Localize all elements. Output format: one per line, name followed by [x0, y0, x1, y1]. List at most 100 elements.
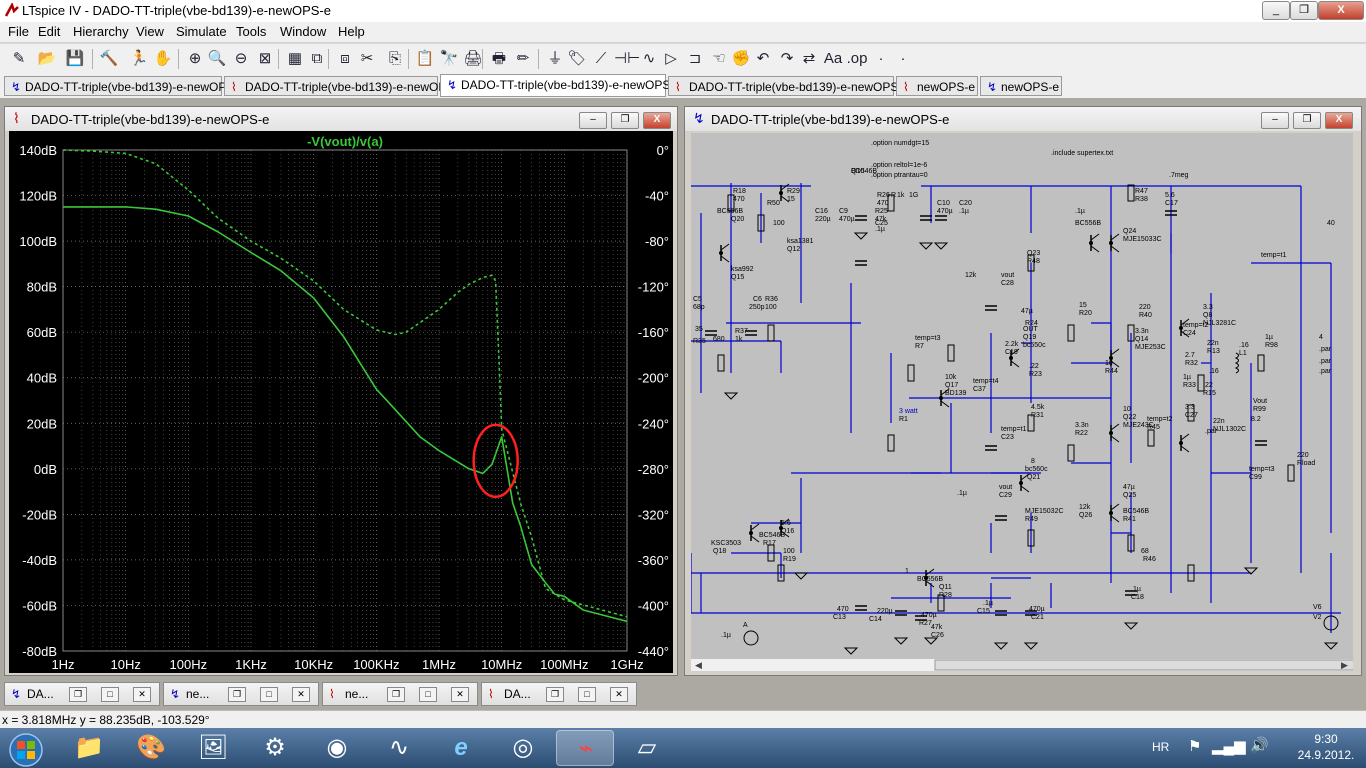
autorange-icon[interactable]: ▦: [284, 48, 306, 70]
minimized-window-1[interactable]: ↯ DA... ❐ □ ✕: [4, 682, 160, 706]
menu-hierarchy[interactable]: Hierarchy: [69, 24, 133, 39]
draw-wire-icon[interactable]: ⏚: [544, 48, 566, 70]
spice-directive[interactable]: .option ptrantau=0: [871, 172, 928, 179]
bode-plot[interactable]: 140dB 120dB 100dB 80dB 60dB 40dB 20dB 0dB -20dB -…: [9, 131, 673, 673]
taskbar-media-player-button[interactable]: ◎: [494, 730, 552, 766]
taskbar-oscilloscope-button[interactable]: ∿: [370, 730, 428, 766]
paste-icon[interactable]: 🔭: [438, 48, 460, 70]
spice-directive[interactable]: .option reltol=1e-6: [871, 162, 927, 169]
plot-window[interactable]: ⌇ DADO-TT-triple(vbe-bd139)-e-newOPS-e –…: [4, 106, 678, 676]
find-icon[interactable]: 🖨: [462, 48, 484, 70]
taskbar-paint-button[interactable]: 🎨: [122, 730, 180, 766]
move-icon[interactable]: ✊: [730, 48, 752, 70]
close-button[interactable]: ✕: [451, 687, 469, 702]
rotate-icon[interactable]: Aa: [822, 48, 844, 70]
zoom-in-icon[interactable]: ⊕: [184, 48, 206, 70]
tab-plot-2[interactable]: ⌇ DADO-TT-triple(vbe-bd139)-e-newOPS-e: [668, 76, 909, 96]
taskbar-mspaint-button[interactable]: 🖼: [184, 730, 242, 766]
minimized-window-3[interactable]: ⌇ ne... ❐ □ ✕: [322, 682, 478, 706]
maximize-button[interactable]: ❐: [1290, 1, 1318, 20]
taskbar-sticky-notes-button[interactable]: ▱: [618, 730, 676, 766]
menu-view[interactable]: View: [132, 24, 168, 39]
schematic-window-titlebar[interactable]: ↯ DADO-TT-triple(vbe-bd139)-e-newOPS-e –…: [685, 107, 1361, 131]
taskbar-internet-explorer-button[interactable]: e: [432, 730, 490, 766]
maximize-button[interactable]: □: [419, 687, 437, 702]
menu-file[interactable]: File: [4, 24, 33, 39]
ground-icon[interactable]: 🏷: [566, 48, 588, 70]
resistor-icon[interactable]: ⊣⊢: [614, 48, 640, 70]
plot-restore-button[interactable]: ❐: [611, 112, 639, 129]
restore-button[interactable]: ❐: [387, 687, 405, 702]
menu-help[interactable]: Help: [334, 24, 369, 39]
clock-date[interactable]: 24.9.2012.: [1292, 748, 1360, 762]
inductor-icon[interactable]: ▷: [660, 48, 682, 70]
halt-icon[interactable]: ✋: [152, 48, 174, 70]
schematic-restore-button[interactable]: ❐: [1293, 112, 1321, 129]
plot-minimize-button[interactable]: –: [579, 112, 607, 129]
zoom-fit-icon[interactable]: ⊠: [254, 48, 276, 70]
taskbar-explorer-button[interactable]: 📁: [60, 730, 118, 766]
start-button[interactable]: [4, 732, 48, 768]
close-button[interactable]: ✕: [292, 687, 310, 702]
restore-button[interactable]: ❐: [546, 687, 564, 702]
open-schematic-icon[interactable]: ✎: [8, 48, 30, 70]
minimize-button[interactable]: _: [1262, 1, 1290, 20]
close-windows-icon[interactable]: ✂: [356, 48, 378, 70]
minimized-window-2[interactable]: ↯ ne... ❐ □ ✕: [163, 682, 319, 706]
clock-time[interactable]: 9:30: [1296, 732, 1356, 746]
action-center-icon[interactable]: ⚑: [1188, 737, 1201, 755]
menu-window[interactable]: Window: [276, 24, 330, 39]
schematic-minimize-button[interactable]: –: [1261, 112, 1289, 129]
close-button[interactable]: ✕: [133, 687, 151, 702]
maximize-button[interactable]: □: [578, 687, 596, 702]
close-button[interactable]: X: [1318, 1, 1364, 20]
control-panel-icon[interactable]: 🔨: [98, 48, 120, 70]
network-icon[interactable]: ▂▄▆: [1212, 737, 1246, 755]
component-icon[interactable]: ☜: [708, 48, 730, 70]
menu-tools[interactable]: Tools: [232, 24, 270, 39]
plot-window-titlebar[interactable]: ⌇ DADO-TT-triple(vbe-bd139)-e-newOPS-e –…: [5, 107, 677, 131]
capacitor-icon[interactable]: ∿: [638, 48, 660, 70]
close-button[interactable]: ✕: [610, 687, 628, 702]
minimized-window-4[interactable]: ⌇ DA... ❐ □ ✕: [481, 682, 637, 706]
scrollbar-thumb[interactable]: [934, 659, 1353, 671]
restore-button[interactable]: ❐: [228, 687, 246, 702]
spice-directive-icon[interactable]: ·: [892, 48, 914, 70]
taskbar-recorder-button[interactable]: ◉: [308, 730, 366, 766]
menu-edit[interactable]: Edit: [34, 24, 64, 39]
undo-icon[interactable]: ↷: [776, 48, 798, 70]
label-net-icon[interactable]: ⟋: [590, 48, 612, 70]
tab-plot-1[interactable]: ⌇ DADO-TT-triple(vbe-bd139)-e-newOPS: [224, 76, 454, 96]
print-setup-icon[interactable]: ✏: [512, 48, 534, 70]
cascade-icon[interactable]: ⧈: [334, 48, 356, 70]
diode-icon[interactable]: ⊐: [684, 48, 706, 70]
maximize-button[interactable]: □: [101, 687, 119, 702]
tile-icon[interactable]: ⧉: [306, 48, 328, 70]
maximize-button[interactable]: □: [260, 687, 278, 702]
schematic-canvas[interactable]: .option numdgt=15 .option reltol=1e-6 .opt…: [691, 133, 1353, 671]
save-icon[interactable]: 💾: [64, 48, 86, 70]
tab-schematic-2[interactable]: ↯ DADO-TT-triple(vbe-bd139)-e-newOPS-e: [440, 74, 681, 97]
tab-schematic-1[interactable]: ↯ DADO-TT-triple(vbe-bd139)-e-newOPS: [4, 76, 234, 96]
spice-directive[interactable]: .option numdgt=15: [871, 140, 929, 147]
redo-icon[interactable]: ⇄: [798, 48, 820, 70]
menu-simulate[interactable]: Simulate: [172, 24, 231, 39]
taskbar-ltspice-button[interactable]: ⌁: [556, 730, 614, 766]
drag-icon[interactable]: ↶: [752, 48, 774, 70]
language-indicator[interactable]: HR: [1152, 740, 1169, 754]
text-icon[interactable]: ·: [870, 48, 892, 70]
tab-plot-3[interactable]: ⌇ newOPS-e: [896, 76, 978, 96]
zoom-pan-icon[interactable]: 🔍: [206, 48, 228, 70]
run-icon[interactable]: 🏃: [128, 48, 150, 70]
print-icon[interactable]: 🖶: [488, 48, 510, 70]
cut-icon[interactable]: ⎘: [384, 48, 406, 70]
scroll-left-arrow-icon[interactable]: ◀: [695, 660, 702, 670]
zoom-out-icon[interactable]: ⊖: [230, 48, 252, 70]
spice-directive[interactable]: .include supertex.txt: [1051, 150, 1113, 157]
open-file-icon[interactable]: 📂: [36, 48, 58, 70]
taskbar-valve-button[interactable]: ⚙: [246, 730, 304, 766]
restore-button[interactable]: ❐: [69, 687, 87, 702]
mirror-icon[interactable]: .op: [846, 48, 868, 70]
trace-label[interactable]: -V(vout)/v(a): [307, 134, 383, 149]
plot-close-button[interactable]: X: [643, 112, 671, 129]
